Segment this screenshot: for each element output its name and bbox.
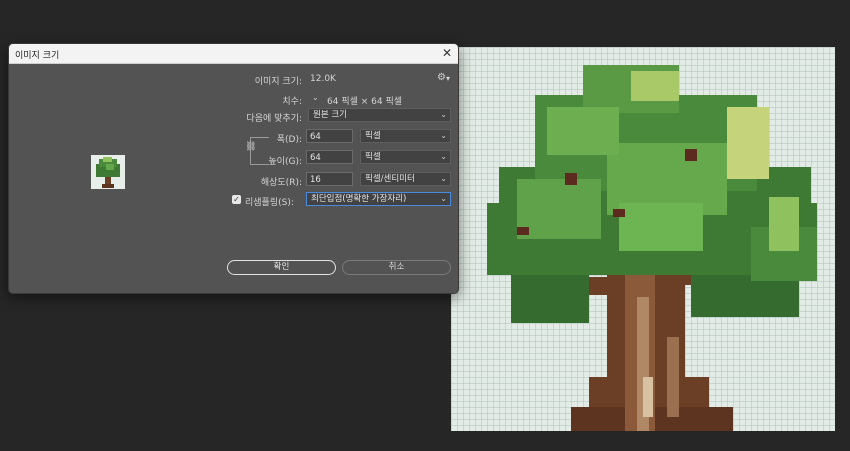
- fit-to-select[interactable]: 원본 크기 ⌄: [308, 108, 451, 122]
- resample-method-select[interactable]: 최단입점(명확한 가장자리) ⌄: [306, 192, 451, 206]
- cancel-button[interactable]: 취소: [342, 260, 451, 275]
- image-size-value: 12.0K: [310, 74, 336, 84]
- resolution-unit-value: 픽셀/센티미터: [365, 174, 415, 184]
- image-preview-thumbnail: [91, 155, 125, 189]
- height-label: 높이(G):: [268, 157, 302, 167]
- image-canvas[interactable]: [451, 47, 835, 431]
- width-input[interactable]: 64: [306, 129, 353, 143]
- resolution-unit-select[interactable]: 픽셀/센티미터 ⌄: [360, 172, 451, 186]
- chevron-down-icon: ⌄: [440, 194, 447, 203]
- dimensions-chevron-icon[interactable]: ⌄: [312, 93, 319, 102]
- height-input[interactable]: 64: [306, 150, 353, 164]
- resample-checkbox[interactable]: ✓: [232, 195, 241, 204]
- width-label: 폭(D):: [276, 135, 302, 145]
- tree-pixel-art: [487, 65, 817, 431]
- fit-to-value: 원본 크기: [313, 110, 347, 120]
- dimensions-label: 치수:: [282, 97, 302, 107]
- chevron-down-icon: ⌄: [440, 131, 447, 140]
- tree-thumbnail-icon: [96, 157, 120, 188]
- gear-icon[interactable]: ⚙: [437, 72, 446, 83]
- chevron-down-icon: ⌄: [440, 110, 447, 119]
- fit-to-label: 다음에 맞추기:: [246, 114, 302, 124]
- dimensions-value: 64 픽셀 × 64 픽셀: [327, 97, 403, 107]
- chevron-down-icon: ⌄: [440, 174, 447, 183]
- image-size-label: 이미지 크기:: [254, 77, 302, 87]
- height-unit-select[interactable]: 픽셀 ⌄: [360, 150, 451, 164]
- ok-button[interactable]: 확인: [227, 260, 336, 275]
- height-unit-value: 픽셀: [365, 152, 381, 162]
- chevron-down-icon: ⌄: [440, 152, 447, 161]
- gear-chevron-icon[interactable]: ▾: [446, 74, 450, 83]
- dialog-title: 이미지 크기: [15, 51, 60, 61]
- resolution-input[interactable]: 16: [306, 172, 353, 186]
- image-size-dialog: 이미지 크기 ✕ 이미지 크기: 12.0K ⚙ ▾ 치수: ⌄ 64 픽셀 ×…: [8, 43, 459, 294]
- width-unit-select[interactable]: 픽셀 ⌄: [360, 129, 451, 143]
- resolution-label: 해상도(R):: [260, 178, 302, 188]
- dialog-titlebar: 이미지 크기 ✕: [9, 44, 458, 64]
- resample-method-value: 최단입점(명확한 가장자리): [311, 194, 407, 204]
- resample-label: 리샘플링(S):: [245, 198, 294, 208]
- width-unit-value: 픽셀: [365, 131, 381, 141]
- close-icon[interactable]: ✕: [442, 46, 452, 60]
